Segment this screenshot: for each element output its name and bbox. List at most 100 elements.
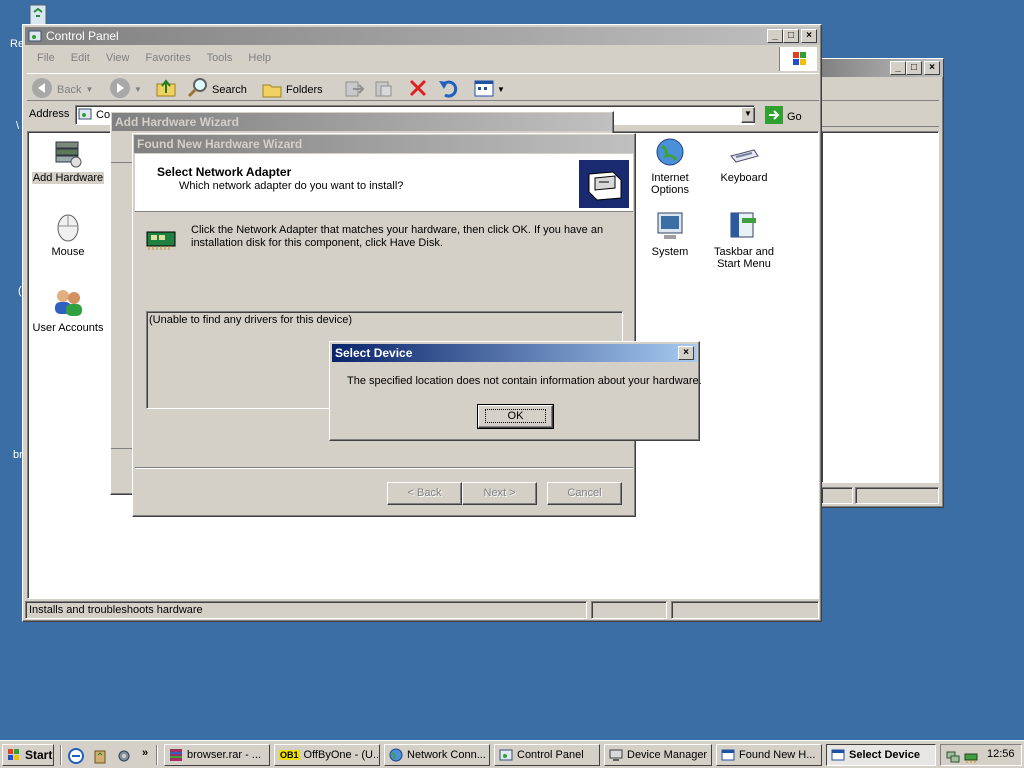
task-select-device[interactable]: Select Device	[826, 744, 936, 766]
minimize-button[interactable]: _	[767, 29, 783, 43]
found-new-hardware-titlebar[interactable]: Found New Hardware Wizard	[134, 135, 634, 153]
chevron-down-icon: ▼	[85, 85, 94, 94]
chevron-down-icon: ▼	[134, 85, 142, 94]
up-folder-button[interactable]	[155, 77, 177, 102]
user-accounts-item[interactable]: User Accounts	[28, 286, 108, 334]
cancel-button[interactable]: Cancel	[547, 482, 622, 505]
menu-bar: File Edit View Favorites Tools Help	[37, 52, 284, 64]
search-button[interactable]: Search	[187, 77, 247, 102]
menu-favorites[interactable]: Favorites	[146, 52, 191, 64]
background-window[interactable]: _ □ ×	[818, 58, 944, 508]
address-label: Address	[29, 108, 70, 120]
task-offbyone[interactable]: OB1 OffByOne - (U...	[274, 744, 380, 766]
desktop-label-fragment: \	[16, 120, 20, 132]
copy-to-icon[interactable]	[373, 77, 395, 102]
quick-launch-divider	[60, 745, 62, 765]
views-icon	[473, 77, 495, 102]
maximize-button[interactable]: □	[906, 61, 922, 75]
recycle-bin-icon[interactable]	[24, 2, 52, 26]
window-icon	[831, 748, 845, 762]
network-tray-icon[interactable]	[945, 748, 961, 767]
keyboard-item[interactable]: Keyboard	[704, 136, 784, 184]
menu-view[interactable]: View	[106, 52, 130, 64]
dialog-message: The specified location does not contain …	[347, 375, 702, 387]
task-device-manager[interactable]: Device Manager	[604, 744, 712, 766]
internet-options-icon	[654, 136, 686, 168]
control-panel-titlebar[interactable]: Control Panel _ □ ×	[25, 27, 820, 45]
status-text-pane: Installs and troubleshoots hardware	[25, 601, 587, 619]
hardware-tray-icon[interactable]	[963, 748, 979, 767]
taskbar-start-menu-item[interactable]: Taskbar and Start Menu	[704, 210, 784, 270]
menu-file[interactable]: File	[37, 52, 55, 64]
add-hardware-item[interactable]: Add Hardware	[28, 136, 108, 184]
status-pane	[821, 487, 853, 504]
menu-edit[interactable]: Edit	[71, 52, 90, 64]
system-item[interactable]: System	[630, 210, 710, 258]
tasks-divider	[156, 745, 158, 765]
ie-launch-icon[interactable]	[68, 748, 84, 767]
back-button[interactable]: < Back	[387, 482, 462, 505]
go-button[interactable]: Go	[765, 106, 802, 127]
mouse-item[interactable]: Mouse	[28, 210, 108, 258]
task-found-new-hardware[interactable]: Found New H...	[716, 744, 822, 766]
window-title: Control Panel	[46, 29, 119, 43]
folders-button[interactable]: Folders	[261, 77, 323, 102]
maximize-button[interactable]: □	[783, 29, 799, 43]
add-hardware-wizard-titlebar[interactable]: Add Hardware Wizard	[112, 113, 612, 131]
background-window-toolbar	[821, 103, 939, 127]
minimize-button[interactable]: _	[890, 61, 906, 75]
internet-options-item[interactable]: Internet Options	[630, 136, 710, 196]
offbyone-badge: OB1	[279, 750, 300, 760]
adapter-list-empty-text: (Unable to find any drivers for this dev…	[149, 314, 352, 326]
menu-tools[interactable]: Tools	[207, 52, 233, 64]
close-button[interactable]: ×	[801, 29, 817, 43]
views-button[interactable]: ▼	[473, 77, 505, 102]
background-window-menubar	[821, 81, 939, 101]
up-folder-icon	[155, 79, 177, 102]
start-button[interactable]: Start	[2, 744, 54, 766]
wizard-divider	[135, 467, 633, 469]
system-tray: 12:56	[940, 744, 1022, 766]
task-browser-rar[interactable]: browser.rar - ...	[164, 744, 270, 766]
forward-arrow-icon	[109, 77, 131, 102]
task-network-connections[interactable]: Network Conn...	[384, 744, 490, 766]
go-arrow-icon	[765, 106, 783, 127]
device-manager-icon	[609, 748, 623, 762]
control-panel-icon	[499, 748, 513, 762]
status-pane	[671, 601, 819, 619]
move-to-icon[interactable]	[343, 77, 365, 102]
tools-launch-icon[interactable]	[116, 748, 132, 767]
select-device-titlebar[interactable]: Select Device ×	[332, 344, 697, 362]
next-button[interactable]: Next >	[462, 482, 537, 505]
task-control-panel[interactable]: Control Panel	[494, 744, 600, 766]
control-panel-icon	[28, 29, 42, 43]
windows-logo-icon	[7, 748, 21, 762]
ok-button[interactable]: OK	[477, 404, 554, 429]
user-accounts-icon	[52, 286, 84, 318]
undo-icon[interactable]	[437, 77, 459, 102]
delete-icon[interactable]	[407, 77, 429, 102]
address-dropdown-button[interactable]: ▼	[741, 107, 755, 123]
network-card-icon	[145, 228, 179, 255]
instructions-text: Click the Network Adapter that matches y…	[191, 224, 604, 249]
close-button[interactable]: ×	[924, 61, 940, 75]
add-hardware-icon	[52, 136, 84, 168]
close-button[interactable]: ×	[678, 346, 694, 360]
toolbar: Back ▼ ▼ Search Folders ▼	[27, 73, 819, 101]
taskbar-icon	[728, 210, 760, 242]
background-window-titlebar[interactable]: _ □ ×	[819, 59, 943, 77]
winrar-icon	[169, 748, 183, 762]
recycle-launch-icon[interactable]	[92, 748, 108, 767]
select-device-dialog[interactable]: Select Device × The specified location d…	[329, 341, 702, 441]
found-new-hardware-window[interactable]: Found New Hardware Wizard Select Network…	[132, 133, 636, 517]
menu-help[interactable]: Help	[248, 52, 271, 64]
network-globe-icon	[389, 748, 403, 762]
status-pane	[591, 601, 667, 619]
search-icon	[187, 77, 209, 102]
mouse-icon	[52, 210, 84, 242]
forward-button[interactable]: ▼	[109, 77, 142, 102]
quick-launch-chevron[interactable]: »	[142, 747, 148, 759]
back-button[interactable]: Back ▼	[31, 77, 93, 102]
clock[interactable]: 12:56	[987, 748, 1015, 760]
folders-icon	[261, 77, 283, 102]
